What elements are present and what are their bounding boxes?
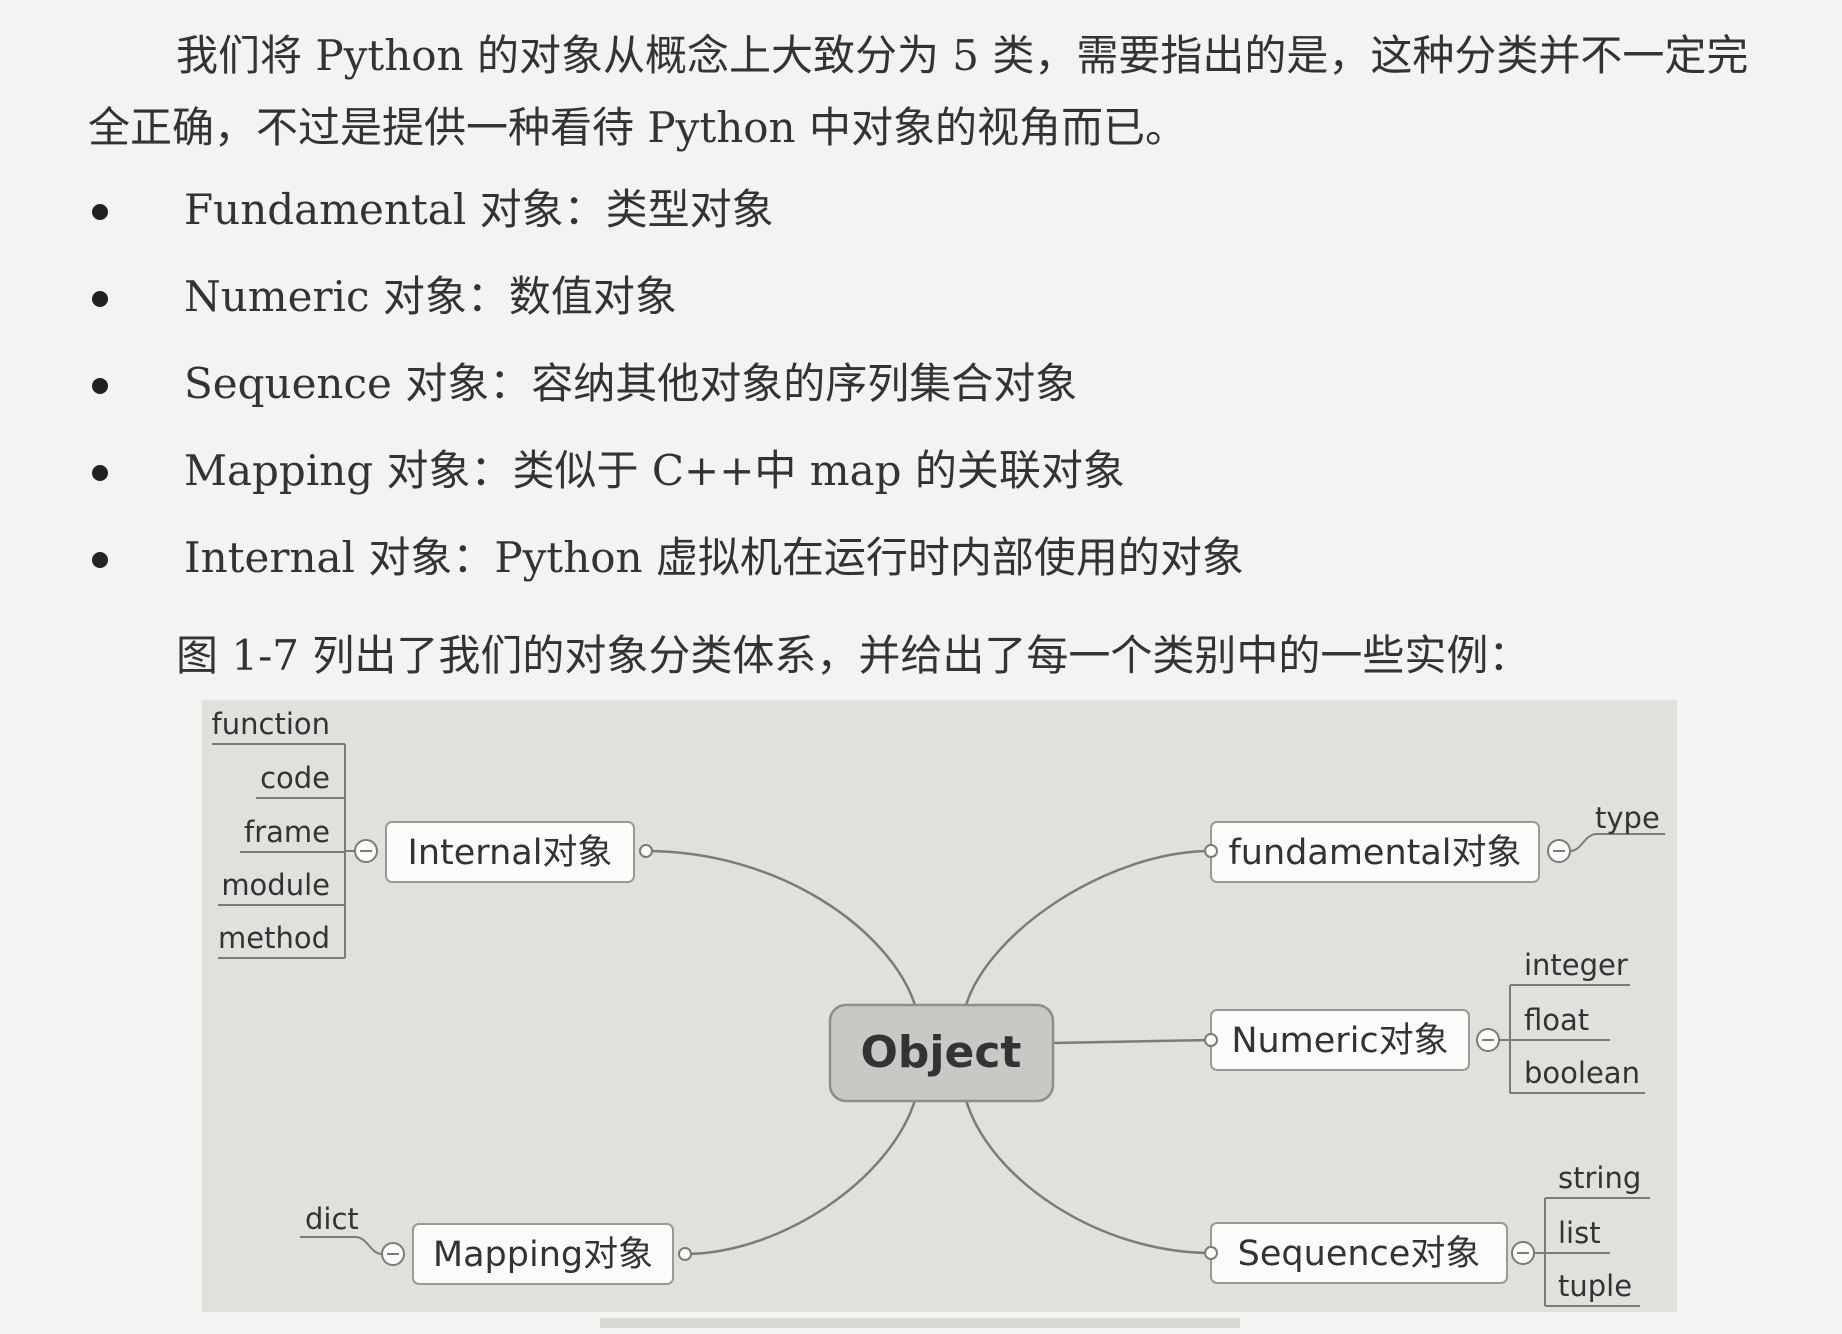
branch-label-sequence: Sequence对象 (1238, 1234, 1481, 1274)
branch-label-mapping: Mapping对象 (433, 1235, 653, 1275)
connector-dot-icon (678, 1247, 692, 1261)
connector-dot-icon (1204, 844, 1218, 858)
leaf-string: string (1558, 1161, 1641, 1195)
figure-caption-cropped (600, 1318, 1240, 1328)
leaf-dict: dict (305, 1202, 359, 1236)
branch-internal: Internal对象 function code frame module me… (212, 707, 653, 959)
connector-dot-icon (1204, 1246, 1218, 1260)
mindmap-diagram: Object Internal对象 function code frame mo… (212, 707, 1665, 1307)
connector-internal (645, 849, 917, 1006)
connector-numeric (1052, 1038, 1212, 1045)
branch-label-internal: Internal对象 (408, 833, 613, 873)
branch-label-fundamental: fundamental对象 (1228, 833, 1521, 873)
branch-mapping: Mapping对象 dict (300, 1202, 692, 1285)
leaf-type: type (1595, 801, 1660, 835)
branch-label-numeric: Numeric对象 (1231, 1021, 1448, 1061)
connector-mapping (684, 1099, 917, 1256)
leaf-integer: integer (1524, 948, 1628, 982)
branch-sequence: Sequence对象 string list tuple (1204, 1161, 1650, 1307)
leaf-method: method (218, 921, 330, 955)
branch-fundamental: fundamental对象 type (1204, 801, 1665, 883)
branch-numeric: Numeric对象 integer float boolean (1204, 948, 1645, 1094)
connector-sequence (964, 1099, 1212, 1255)
leaf-code: code (260, 761, 330, 795)
leaf-function: function (212, 707, 330, 741)
center-node: Object (828, 1003, 1055, 1103)
center-node-label: Object (861, 1027, 1022, 1078)
leaf-module: module (221, 868, 330, 902)
leaf-tuple: tuple (1558, 1269, 1632, 1303)
connector-dot-icon (639, 844, 653, 858)
connector-fundamental (964, 849, 1212, 1006)
leaf-list: list (1558, 1216, 1601, 1250)
connector-dot-icon (1204, 1033, 1218, 1047)
leaf-frame: frame (244, 815, 330, 849)
leaf-boolean: boolean (1524, 1056, 1640, 1090)
leaf-float: float (1524, 1003, 1589, 1037)
